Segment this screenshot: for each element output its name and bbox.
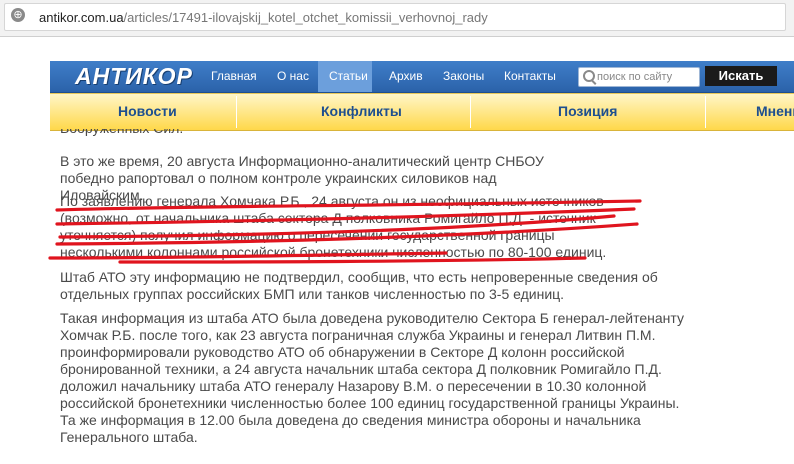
section-divider	[470, 96, 471, 128]
search-button[interactable]: Искать	[705, 66, 777, 86]
nav-articles[interactable]: Статьи	[329, 69, 368, 83]
clipped-text: Вооруженных Сил.	[60, 129, 183, 137]
globe-icon[interactable]: ⊕	[11, 8, 25, 22]
search-input[interactable]	[597, 68, 695, 86]
url-host: antikor.com.ua	[39, 10, 124, 25]
section-position[interactable]: Позиция	[558, 103, 617, 119]
site-logo[interactable]: АНТИКОР	[75, 63, 193, 90]
url-path: /articles/17491-ilovajskij_kotel_otchet_…	[123, 10, 488, 25]
search-box[interactable]	[578, 67, 700, 87]
nav-archive[interactable]: Архив	[389, 69, 423, 83]
url-text[interactable]: antikor.com.ua/articles/17491-ilovajskij…	[39, 10, 488, 25]
site-header: АНТИКОР Главная О нас Статьи Архив Закон…	[50, 61, 794, 94]
clipped-line-wrap: Вооруженных Сил.	[0, 129, 794, 137]
section-conflicts[interactable]: Конфликты	[321, 103, 402, 119]
section-divider	[705, 96, 706, 128]
paragraph-2: По заявлению генерала Хомчака Р.Б., 24 а…	[60, 193, 607, 260]
section-opinions[interactable]: Мнени	[756, 103, 794, 119]
search-icon	[583, 70, 595, 82]
section-news[interactable]: Новости	[118, 103, 177, 119]
nav-contacts[interactable]: Контакты	[504, 69, 556, 83]
address-field[interactable]: ⊕ antikor.com.ua/articles/17491-ilovajsk…	[4, 3, 786, 31]
paragraph-3: Штаб АТО эту информацию не подтвердил, с…	[60, 269, 658, 302]
browser-address-bar: ⊕ antikor.com.ua/articles/17491-ilovajsk…	[0, 0, 794, 37]
nav-about[interactable]: О нас	[277, 69, 309, 83]
sections-bar: Новости Конфликты Позиция Мнени	[50, 93, 794, 131]
section-divider	[236, 96, 237, 128]
nav-home[interactable]: Главная	[211, 69, 257, 83]
nav-laws[interactable]: Законы	[443, 69, 484, 83]
paragraph-4: Такая информация из штаба АТО была довед…	[60, 310, 684, 445]
